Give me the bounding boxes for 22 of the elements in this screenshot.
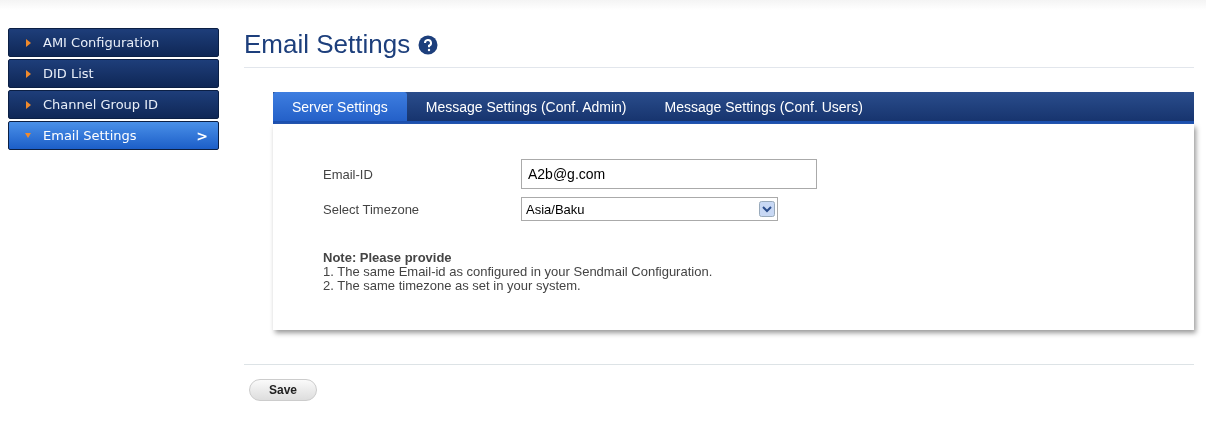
tab[interactable]: Message Settings (Conf. Users)	[645, 92, 882, 122]
arrow-icon	[25, 100, 31, 109]
sidebar-item[interactable]: AMI Configuration	[8, 28, 219, 57]
help-icon[interactable]	[418, 34, 439, 55]
note-heading: Note: Please provide	[323, 251, 453, 266]
sidebar-item[interactable]: Channel Group ID	[8, 90, 219, 119]
email-field[interactable]: A2b@g.com	[521, 159, 817, 190]
page-title: Email Settings	[244, 29, 411, 60]
tab[interactable]: Message Settings (Conf. Admin)	[406, 92, 646, 122]
note-text: 2. The same timezone as set in your system.	[323, 279, 582, 294]
arrow-icon	[25, 131, 31, 140]
field-label: Select Timezone	[323, 201, 421, 217]
timezone-select[interactable]: Asia/Baku	[521, 197, 778, 222]
note-text: 1. The same Email-id as configured in your Sendmail Configuration.	[323, 265, 714, 280]
sidebar-item[interactable]: DID List	[8, 59, 219, 88]
arrow-icon	[25, 38, 31, 47]
caret-icon	[759, 201, 775, 218]
save-button[interactable]: Save	[249, 379, 318, 401]
arrow-icon	[25, 69, 31, 78]
tab[interactable]: Server Settings	[273, 92, 407, 122]
field-label: Email-ID	[323, 166, 374, 182]
sidebar-item[interactable]: Email Settings >	[8, 121, 219, 150]
